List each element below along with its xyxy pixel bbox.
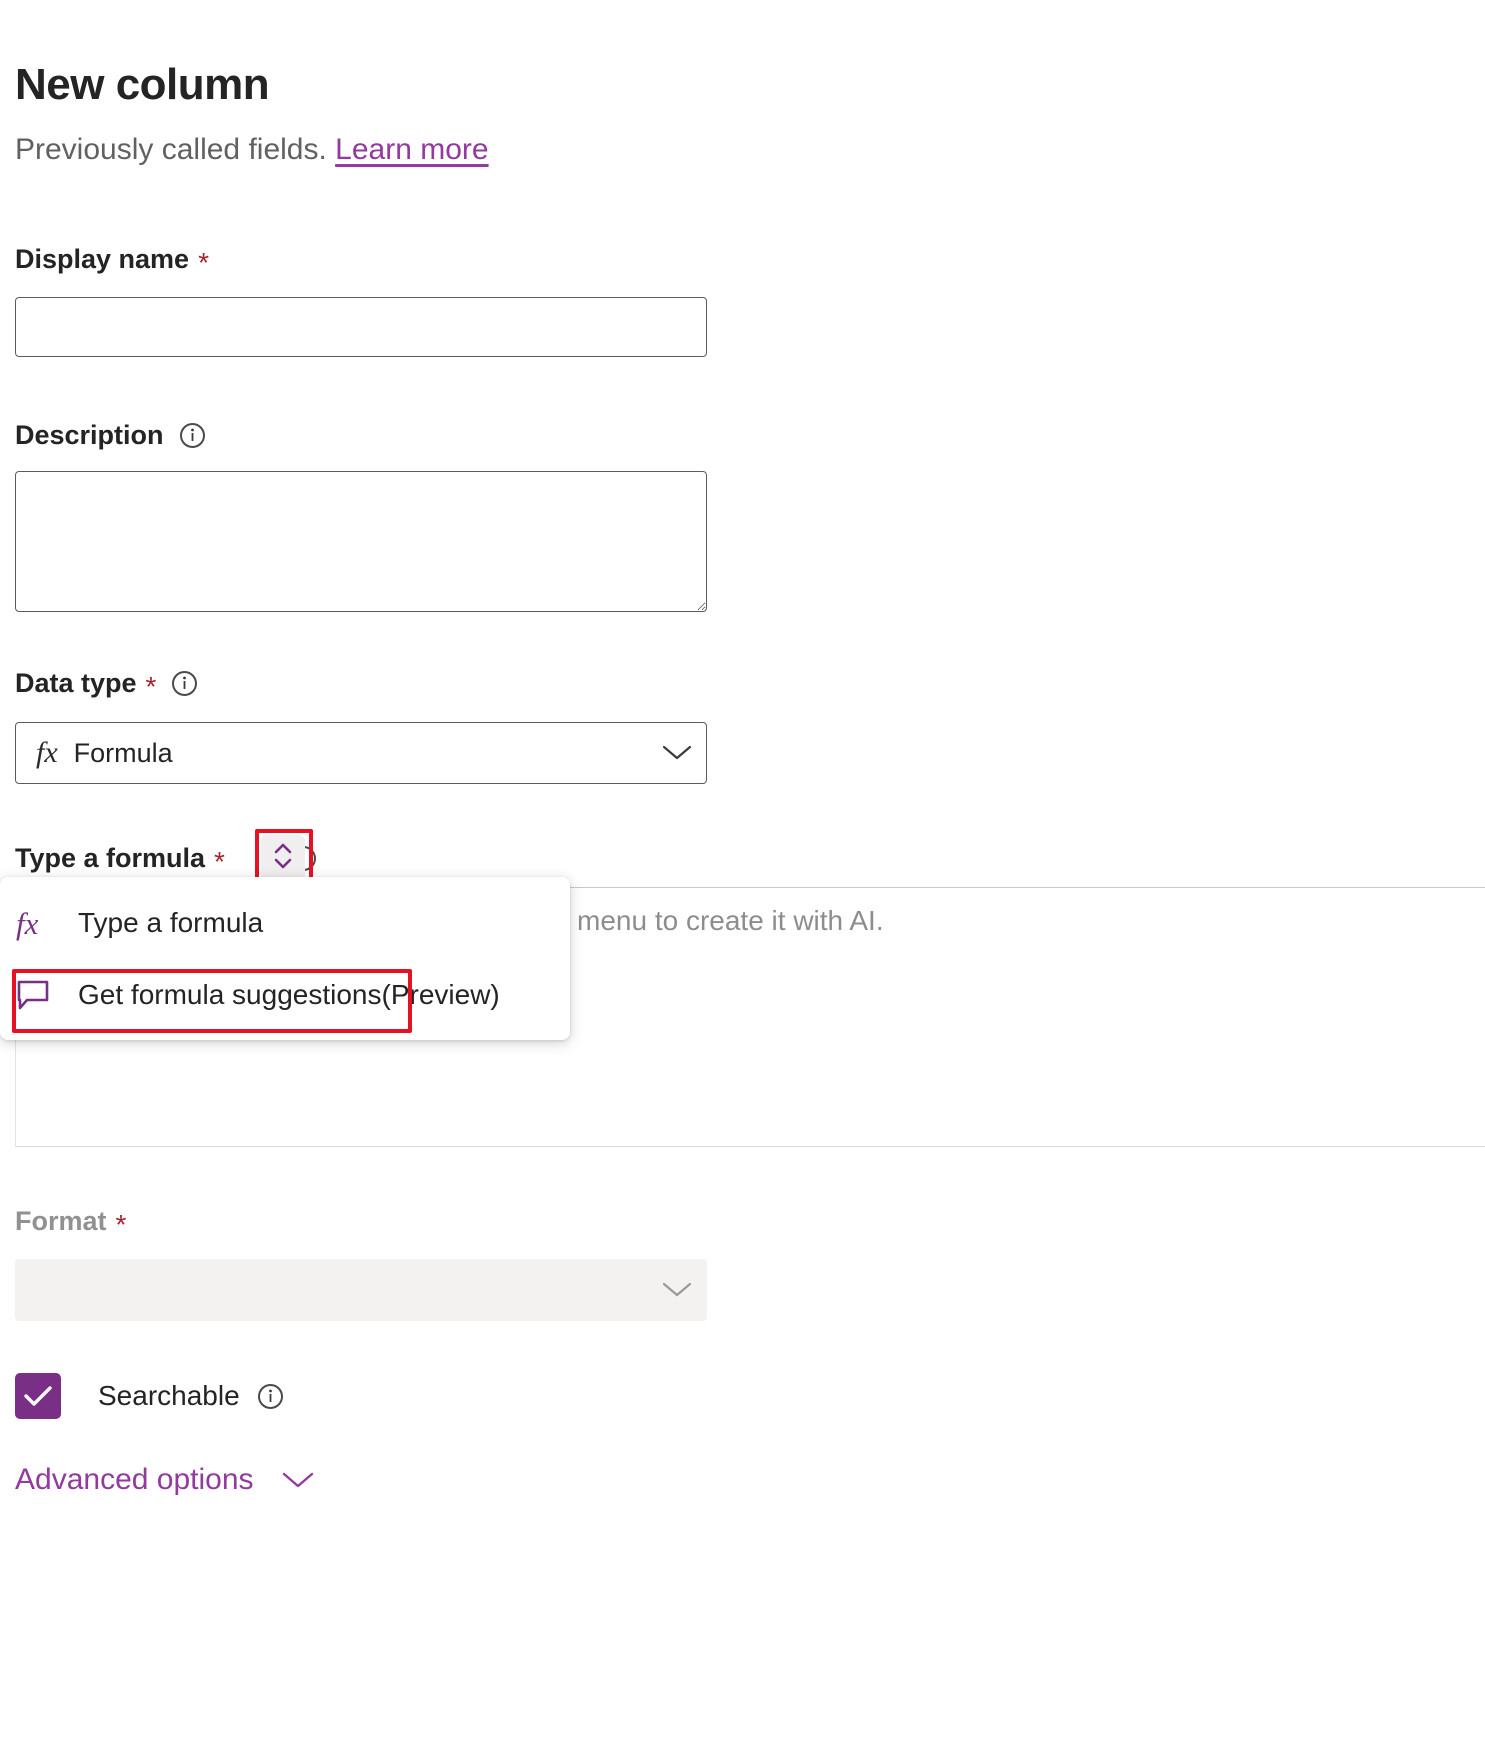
fx-icon: fx xyxy=(16,905,39,941)
data-type-label-text: Data type xyxy=(15,668,137,698)
info-icon[interactable] xyxy=(179,423,205,448)
searchable-checkbox[interactable] xyxy=(15,1373,61,1419)
info-icon[interactable] xyxy=(172,671,198,696)
menu-item-label: Get formula suggestions xyxy=(78,979,382,1010)
data-type-required-asterisk: * xyxy=(145,670,157,702)
menu-item-get-formula-suggestions[interactable]: Get formula suggestions (Preview) xyxy=(0,959,570,1031)
comment-icon xyxy=(16,979,58,1011)
page-subtitle: Previously called fields. Learn more xyxy=(15,131,489,169)
menu-item-label: Type a formula xyxy=(78,907,264,938)
formula-source-menu[interactable]: fx Type a formula Get formula suggestion… xyxy=(0,877,570,1040)
data-type-selected-value: Formula xyxy=(73,737,173,768)
formula-editor-placeholder: menu to create it with AI. xyxy=(577,905,884,936)
data-type-dropdown[interactable]: fx Formula xyxy=(15,722,707,784)
checkmark-icon xyxy=(23,1384,53,1408)
description-label: Description xyxy=(15,420,205,451)
chevron-up-down-icon xyxy=(272,841,294,876)
subtitle-text: Previously called fields. xyxy=(15,133,327,166)
display-name-label: Display name * xyxy=(15,244,209,278)
chevron-down-icon xyxy=(662,744,692,762)
menu-item-type-a-formula[interactable]: fx Type a formula xyxy=(0,887,570,959)
searchable-label: Searchable xyxy=(98,1380,240,1411)
display-name-label-text: Display name xyxy=(15,244,190,274)
type-a-formula-required-asterisk: * xyxy=(214,845,225,877)
formula-mode-toggle-button[interactable] xyxy=(261,835,305,881)
chevron-down-icon xyxy=(662,1281,692,1299)
searchable-row[interactable]: Searchable xyxy=(15,1373,283,1419)
fx-icon: fx xyxy=(36,736,58,769)
page-title: New column xyxy=(15,60,270,109)
display-name-input[interactable] xyxy=(15,297,707,357)
chevron-down-icon xyxy=(282,1470,314,1490)
learn-more-link[interactable]: Learn more xyxy=(335,133,488,166)
data-type-label: Data type * xyxy=(15,668,198,702)
format-label: Format * xyxy=(15,1206,127,1240)
info-icon[interactable] xyxy=(257,1383,283,1409)
format-dropdown[interactable] xyxy=(15,1259,707,1321)
advanced-options-toggle[interactable]: Advanced options xyxy=(15,1463,314,1497)
format-required-asterisk: * xyxy=(115,1208,127,1240)
description-textarea[interactable] xyxy=(15,471,707,612)
type-a-formula-label-text: Type a formula xyxy=(15,843,206,873)
advanced-options-label: Advanced options xyxy=(15,1463,254,1496)
description-label-text: Description xyxy=(15,420,164,450)
menu-item-preview-suffix: (Preview) xyxy=(381,979,500,1010)
new-column-panel: New column Previously called fields. Lea… xyxy=(0,0,1485,1747)
format-label-text: Format xyxy=(15,1206,107,1236)
display-name-required-asterisk: * xyxy=(198,246,209,278)
